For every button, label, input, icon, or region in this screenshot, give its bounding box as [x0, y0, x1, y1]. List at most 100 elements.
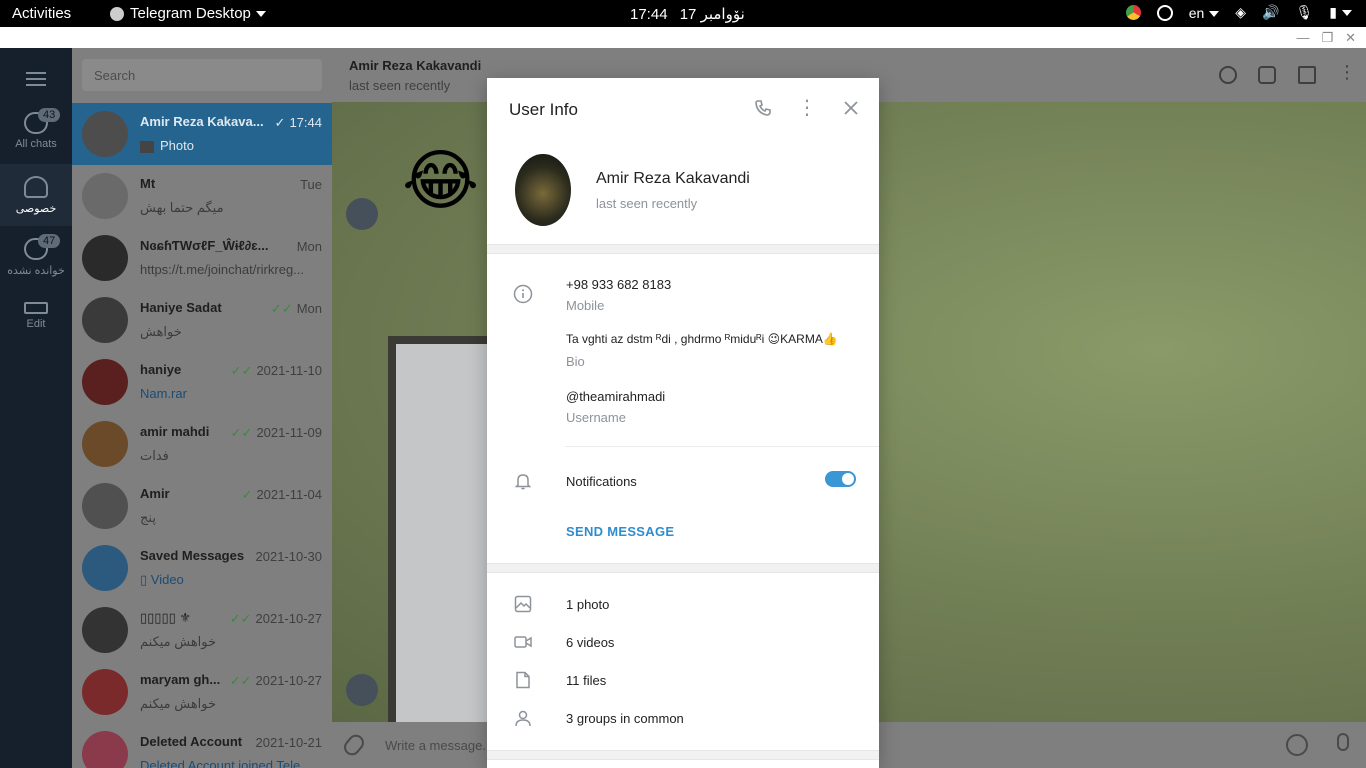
media-videos[interactable]: 6 videos: [566, 635, 614, 650]
chat-item[interactable]: ▯▯▯▯▯ ⚜ ✓✓ 2021-10-27 خواهش میکنم: [72, 599, 332, 661]
avatar: [82, 731, 128, 768]
dialog-title: User Info: [509, 100, 578, 119]
chat-preview: پنج: [140, 510, 156, 525]
chat-time: Tue: [300, 177, 322, 192]
chat-time: 2021-10-21: [255, 735, 323, 750]
minimize-icon[interactable]: —: [1296, 30, 1309, 46]
chrome-icon[interactable]: [1125, 5, 1141, 20]
username[interactable]: @theamirahmadi: [566, 389, 665, 404]
sync-icon[interactable]: [1156, 4, 1173, 21]
call-icon[interactable]: [753, 98, 775, 120]
chat-item[interactable]: Amir ✓ 2021-11-04 پنج: [72, 475, 332, 537]
folder-label: خصوصی: [15, 203, 57, 215]
chat-name: Haniye Sadat: [140, 300, 222, 315]
volume-icon[interactable]: 🔊: [1262, 4, 1279, 21]
folder-all-chats[interactable]: 43 All chats: [0, 108, 72, 164]
attach-icon[interactable]: [340, 731, 368, 759]
media-files[interactable]: 11 files: [566, 673, 606, 688]
chat-preview: خواهش میکنم: [140, 634, 217, 649]
app-menu[interactable]: Telegram Desktop: [110, 5, 266, 22]
row-divider: [565, 446, 879, 447]
folder-label: خوانده نشده: [7, 265, 65, 277]
system-tray: en ◈ 🔊 🎙 ▮: [1125, 4, 1352, 21]
chat-item[interactable]: Mt Tue میگم حتما بهش: [72, 165, 332, 227]
menu-icon[interactable]: [26, 68, 46, 90]
chat-item[interactable]: NɞɕɦƬWσℓF_Ŵɨℓ∂ɛ... Mon https://t.me/join…: [72, 227, 332, 289]
avatar: [346, 198, 378, 230]
chat-item[interactable]: haniye ✓✓ 2021-11-10 Nam.rar: [72, 351, 332, 413]
video-thumb-icon: ▯: [140, 572, 151, 587]
microphone-icon[interactable]: [1337, 733, 1349, 751]
folder-label: Edit: [26, 318, 46, 330]
phone-icon[interactable]: [1258, 66, 1276, 84]
bookmark-icon: [82, 545, 128, 591]
chat-item[interactable]: amir mahdi ✓✓ 2021-11-09 فدات: [72, 413, 332, 475]
chat-preview: https://t.me/joinchat/rirkreg...: [140, 262, 305, 277]
profile-name: Amir Reza Kakavandi: [596, 170, 750, 187]
battery-icon[interactable]: ▮: [1329, 4, 1352, 21]
avatar: [82, 483, 128, 529]
avatar: [82, 173, 128, 219]
info-icon: [513, 284, 533, 304]
chat-preview: Photo: [160, 138, 194, 153]
avatar: [82, 607, 128, 653]
window-controls: — ❐ ✕: [1296, 30, 1356, 46]
group-icon: [513, 708, 533, 728]
maximize-icon[interactable]: ❐: [1321, 30, 1333, 46]
avatar: [82, 235, 128, 281]
phone-number[interactable]: +98 933 682 8183: [566, 277, 671, 292]
activities-button[interactable]: Activities: [12, 5, 71, 22]
unread-badge: 47: [38, 234, 61, 248]
more-icon[interactable]: ⋮: [797, 98, 819, 120]
phone-label: Mobile: [566, 298, 605, 313]
chat-item[interactable]: Saved Messages 2021-10-30 ▯ Video: [72, 537, 332, 599]
profile-avatar[interactable]: [515, 154, 571, 226]
chat-preview: Video: [150, 572, 184, 587]
folder-edit[interactable]: Edit: [0, 302, 72, 354]
bell-icon: [513, 471, 533, 491]
chat-item[interactable]: maryam gh... ✓✓ 2021-10-27 خواهش میکنم: [72, 661, 332, 723]
chat-item[interactable]: Deleted Account 2021-10-21 Deleted Accou…: [72, 723, 332, 768]
chat-preview: Nam.rar: [140, 386, 187, 401]
chat-time: 2021-10-27: [255, 611, 323, 626]
chat-item[interactable]: Haniye Sadat ✓✓ Mon خواهش: [72, 289, 332, 351]
chat-time: 2021-10-30: [255, 549, 323, 564]
wifi-icon[interactable]: ◈: [1235, 4, 1246, 21]
chat-name: Deleted Account: [140, 734, 243, 749]
message-input[interactable]: Write a message...: [385, 738, 493, 753]
close-icon[interactable]: [841, 98, 863, 120]
avatar: [82, 421, 128, 467]
folder-rail: 43 All chats خصوصی 47 خوانده نشده Edit: [0, 48, 72, 768]
chat-preview: خواهش میکنم: [140, 696, 217, 711]
folder-label: All chats: [15, 138, 57, 150]
folder-unread[interactable]: 47 خوانده نشده: [0, 234, 72, 290]
avatar: [346, 674, 378, 706]
chat-preview: میگم حتما بهش: [140, 200, 224, 215]
close-window-icon[interactable]: ✕: [1345, 30, 1356, 46]
chat-time: Mon: [296, 301, 322, 316]
chat-item[interactable]: Amir Reza Kakava... ✓ 17:44 Photo: [72, 103, 332, 165]
emoji-icon[interactable]: [1286, 734, 1308, 756]
chat-time: 2021-11-10: [256, 363, 322, 378]
chat-time: Mon: [296, 239, 322, 254]
notifications-label: Notifications: [566, 474, 637, 489]
clock[interactable]: 17:44 17 نۆوامبر: [630, 5, 745, 23]
chat-time: 2021-11-09: [256, 425, 322, 440]
microphone-icon[interactable]: 🎙: [1296, 4, 1314, 21]
chat-preview: خواهش: [140, 324, 182, 339]
media-photos[interactable]: 1 photo: [566, 597, 609, 612]
chat-time: 2021-11-04: [256, 487, 322, 502]
language-indicator[interactable]: en: [1189, 5, 1220, 21]
groups-in-common[interactable]: 3 groups in common: [566, 711, 684, 726]
folder-personal[interactable]: خصوصی: [0, 164, 72, 226]
username-label: Username: [566, 410, 626, 425]
sidebar-toggle-icon[interactable]: [1298, 66, 1316, 84]
send-message-button[interactable]: SEND MESSAGE: [566, 524, 674, 539]
notifications-toggle[interactable]: [825, 471, 856, 487]
chat-name: NɞɕɦƬWσℓF_Ŵɨℓ∂ɛ...: [140, 238, 269, 253]
photo-message[interactable]: [388, 336, 498, 766]
search-icon[interactable]: [1219, 66, 1237, 84]
more-icon[interactable]: ⋮: [1338, 62, 1356, 83]
search-input[interactable]: Search: [82, 59, 322, 91]
unread-badge: 43: [38, 108, 61, 122]
